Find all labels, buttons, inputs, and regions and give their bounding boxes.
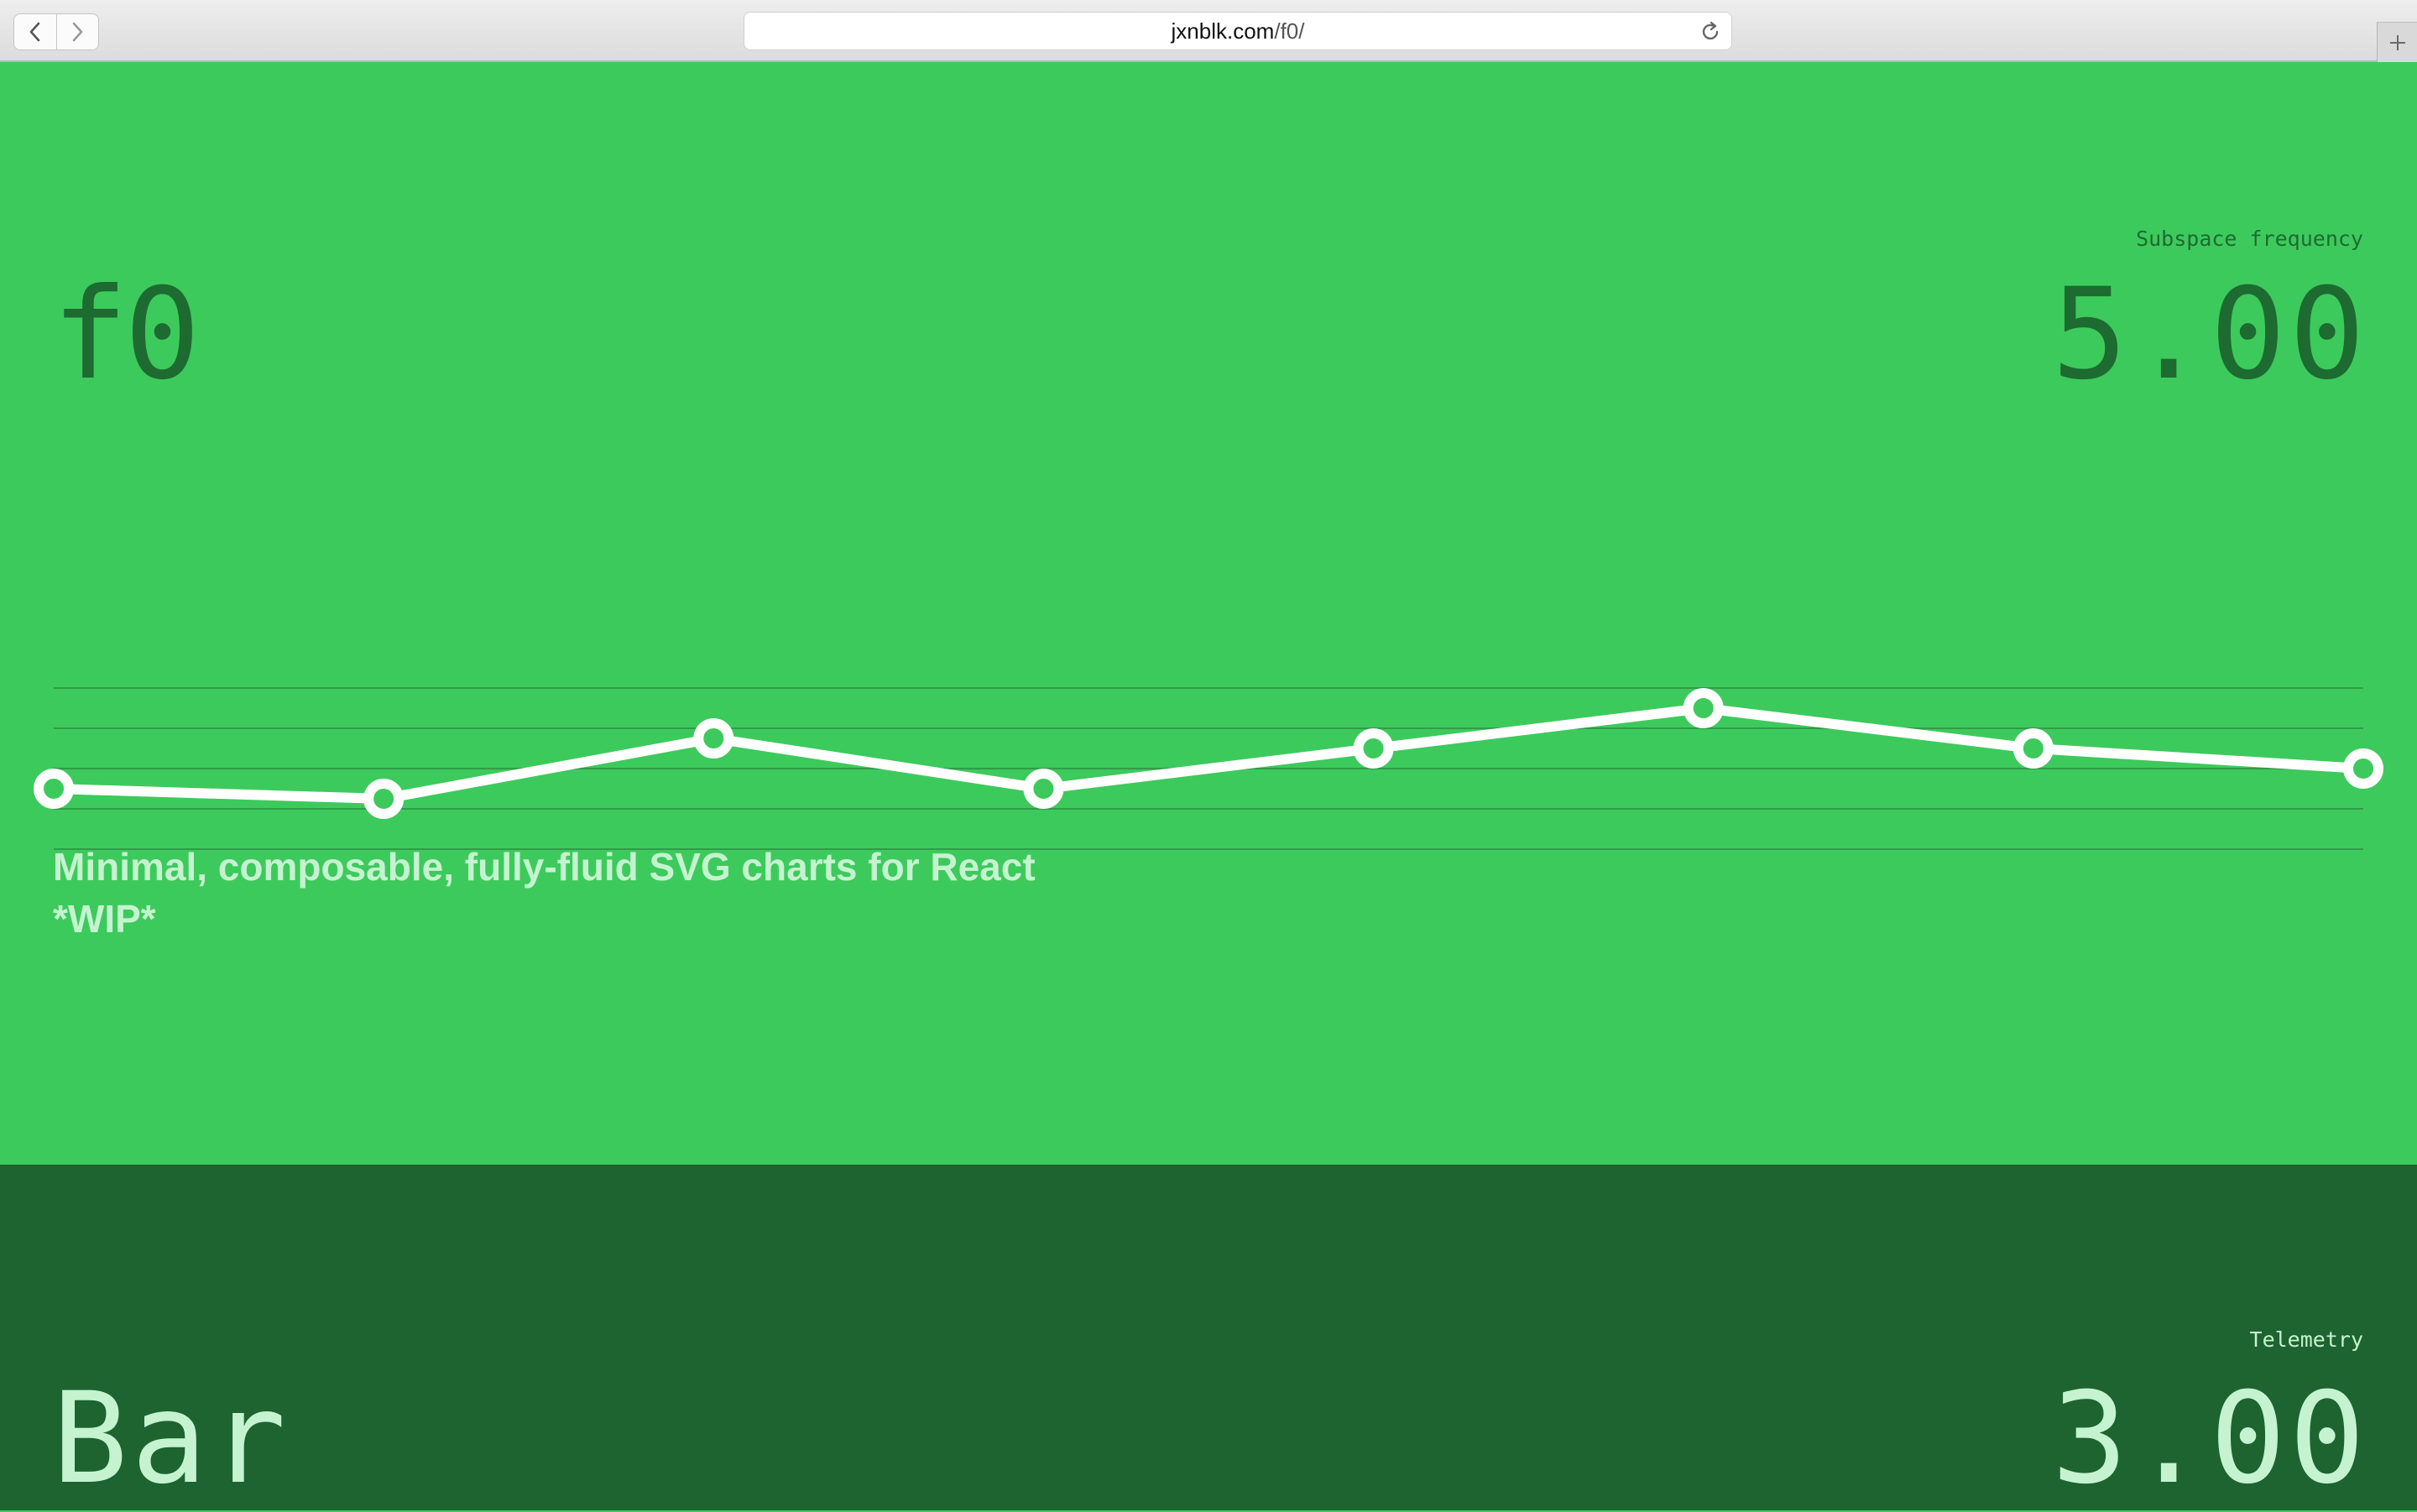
hero-section: f0 Subspace frequency 5.00 Minimal, comp… bbox=[0, 62, 2417, 1165]
telemetry-value: 3.00 bbox=[2051, 1366, 2368, 1512]
chart-points bbox=[34, 688, 2383, 819]
back-button[interactable] bbox=[14, 14, 56, 50]
metric-value: 5.00 bbox=[2051, 262, 2368, 408]
data-point bbox=[1683, 688, 1724, 728]
data-point bbox=[2343, 748, 2383, 789]
data-point bbox=[34, 769, 74, 809]
metric-label: Subspace frequency bbox=[2136, 227, 2363, 251]
section-title: Bar bbox=[52, 1366, 290, 1512]
page-title: f0 bbox=[52, 262, 201, 408]
tagline: Minimal, composable, fully-fluid SVG cha… bbox=[53, 841, 1036, 945]
data-point bbox=[363, 779, 405, 819]
url-host: jxnblk.com bbox=[1171, 18, 1275, 44]
chevron-right-icon bbox=[72, 22, 83, 42]
tagline-line-2: *WIP* bbox=[53, 897, 156, 941]
data-point bbox=[1023, 769, 1064, 809]
plus-icon bbox=[2389, 34, 2405, 50]
tagline-line-1: Minimal, composable, fully-fluid SVG cha… bbox=[53, 845, 1036, 889]
browser-toolbar: jxnblk.com/f0/ bbox=[0, 0, 2417, 62]
line-chart bbox=[34, 687, 2383, 850]
data-point bbox=[693, 718, 734, 759]
address-bar[interactable]: jxnblk.com/f0/ bbox=[744, 12, 1732, 50]
forward-button[interactable] bbox=[55, 14, 99, 50]
data-point bbox=[1353, 728, 1394, 769]
chevron-left-icon bbox=[29, 22, 40, 42]
url-path: /f0/ bbox=[1274, 18, 1305, 44]
new-tab-button[interactable] bbox=[2377, 22, 2417, 62]
reload-icon[interactable] bbox=[1699, 21, 1721, 43]
data-point bbox=[2012, 728, 2054, 769]
history-nav bbox=[13, 13, 99, 50]
bar-section: Telemetry Bar 3.00 bbox=[0, 1165, 2417, 1510]
telemetry-label: Telemetry bbox=[2249, 1327, 2363, 1352]
